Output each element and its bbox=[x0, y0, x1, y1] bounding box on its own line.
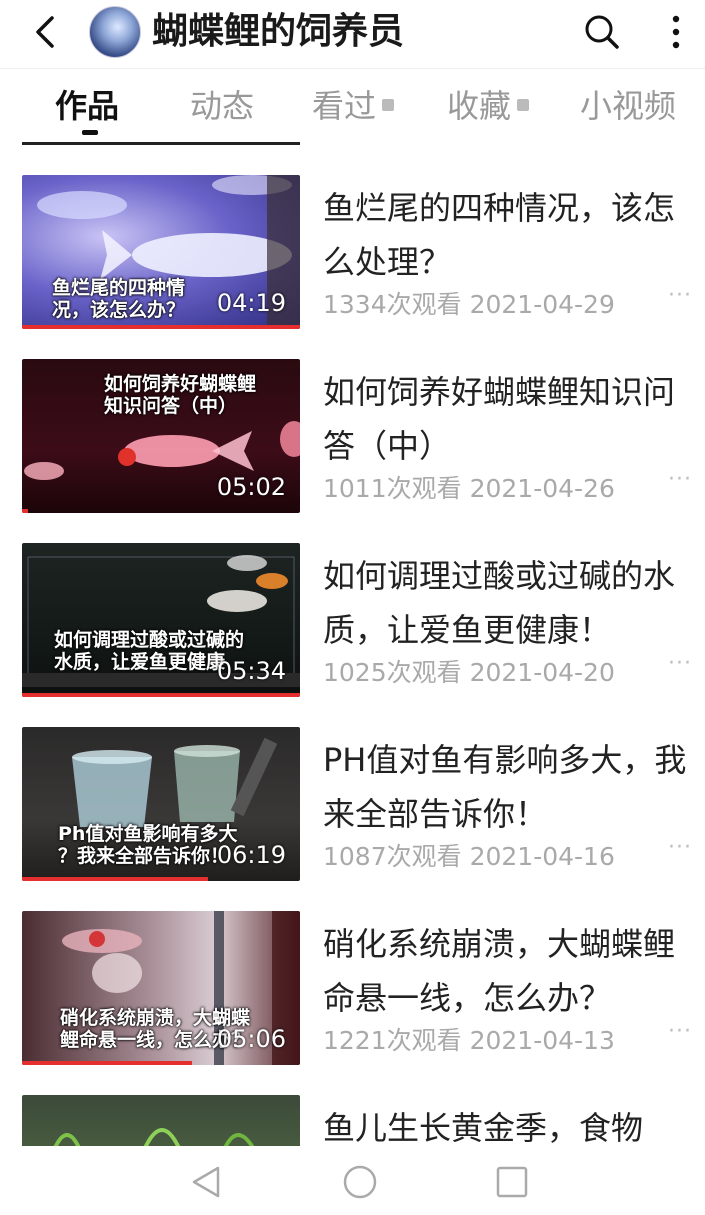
video-duration: 05:02 bbox=[216, 473, 286, 501]
video-meta: 1025次观看 2021-04-20 bbox=[323, 653, 615, 689]
search-icon[interactable] bbox=[582, 12, 622, 52]
lock-icon bbox=[382, 99, 395, 111]
back-arrow-icon[interactable] bbox=[28, 14, 64, 50]
video-duration: 05:34 bbox=[216, 657, 286, 685]
video-title[interactable]: 硝化系统崩溃，大蝴蝶鲤命悬一线，怎么办？ bbox=[323, 917, 688, 1025]
plant-image bbox=[53, 1128, 255, 1146]
tab-watched[interactable]: 看过 bbox=[312, 84, 395, 128]
tab-favorites[interactable]: 收藏 bbox=[447, 84, 530, 128]
video-thumbnail[interactable] bbox=[22, 1095, 300, 1146]
video-meta: 1011次观看 2021-04-26 bbox=[323, 469, 615, 505]
nav-home-icon[interactable] bbox=[342, 1164, 378, 1200]
tab-activity[interactable]: 动态 bbox=[190, 84, 254, 128]
more-options-icon[interactable]: ··· bbox=[668, 1019, 692, 1044]
video-title[interactable]: 鱼儿生长黄金季，食物 bbox=[323, 1101, 688, 1146]
video-thumbnail[interactable]: 硝化系统崩溃，大蝴蝶 鲤命悬一线，怎么办？ 05:06 bbox=[22, 911, 300, 1065]
video-list-item[interactable]: Ph值对鱼影响有多大 ？我来全部告诉你！ 06:19 PH值对鱼有影响多大，我来… bbox=[0, 727, 705, 883]
page-title: 蝴蝶鲤的饲养员 bbox=[152, 11, 405, 52]
video-thumbnail[interactable]: 如何调理过酸或过碱的 水质，让爱鱼更健康 05:34 bbox=[22, 543, 300, 697]
video-thumbnail[interactable]: Ph值对鱼影响有多大 ？我来全部告诉你！ 06:19 bbox=[22, 727, 300, 881]
avatar[interactable] bbox=[89, 6, 141, 58]
nav-back-icon[interactable] bbox=[188, 1164, 224, 1200]
video-title[interactable]: PH值对鱼有影响多大，我来全部告诉你！ bbox=[323, 733, 688, 841]
more-options-icon[interactable]: ··· bbox=[668, 651, 692, 676]
video-title[interactable]: 如何调理过酸或过碱的水质，让爱鱼更健康！ bbox=[323, 549, 688, 657]
publish-date: 2021-04-26 bbox=[469, 474, 615, 503]
watch-progress-bar bbox=[22, 325, 300, 329]
profile-tabs: 作品 动态 看过 收藏 小视频 bbox=[0, 70, 705, 142]
profile-header: 蝴蝶鲤的饲养员 bbox=[0, 0, 705, 68]
active-tab-indicator bbox=[82, 130, 98, 135]
video-thumbnail[interactable]: 如何饲养好蝴蝶鲤 知识问答（中） 05:02 bbox=[22, 359, 300, 513]
tab-works[interactable]: 作品 bbox=[55, 84, 119, 128]
video-meta: 1221次观看 2021-04-13 bbox=[323, 1021, 615, 1057]
video-list-item[interactable]: 硝化系统崩溃，大蝴蝶 鲤命悬一线，怎么办？ 05:06 硝化系统崩溃，大蝴蝶鲤命… bbox=[0, 911, 705, 1067]
video-duration: 04:19 bbox=[216, 289, 286, 317]
watch-progress-bar bbox=[22, 1061, 192, 1065]
view-count: 1334次观看 bbox=[323, 290, 462, 319]
video-list-item[interactable]: 鱼儿生长黄金季，食物 bbox=[0, 1095, 705, 1146]
video-title[interactable]: 如何饲养好蝴蝶鲤知识问答（中） bbox=[323, 365, 688, 473]
view-count: 1025次观看 bbox=[323, 658, 462, 687]
system-navigation-bar bbox=[0, 1146, 705, 1215]
video-meta: 1087次观看 2021-04-16 bbox=[323, 837, 615, 873]
publish-date: 2021-04-20 bbox=[469, 658, 615, 687]
video-list-item[interactable]: 鱼烂尾的四种情 况，该怎么办？ 04:19 鱼烂尾的四种情况，该怎么处理？ 13… bbox=[0, 175, 705, 331]
watch-progress-bar bbox=[22, 509, 28, 513]
watch-progress-bar bbox=[22, 693, 300, 697]
publish-date: 2021-04-16 bbox=[469, 842, 615, 871]
video-title[interactable]: 鱼烂尾的四种情况，该怎么处理？ bbox=[323, 181, 688, 289]
watch-progress-bar bbox=[22, 877, 209, 881]
thumbnail-caption: 如何饲养好蝴蝶鲤 知识问答（中） bbox=[104, 373, 257, 417]
nav-recents-icon[interactable] bbox=[494, 1164, 530, 1200]
more-options-icon[interactable]: ··· bbox=[668, 835, 692, 860]
previous-item-edge bbox=[22, 142, 300, 145]
more-options-icon[interactable]: ··· bbox=[668, 467, 692, 492]
video-list-item[interactable]: 如何饲养好蝴蝶鲤 知识问答（中） 05:02 如何饲养好蝴蝶鲤知识问答（中） 1… bbox=[0, 359, 705, 515]
more-menu-icon[interactable] bbox=[664, 12, 688, 52]
header-divider bbox=[0, 68, 705, 69]
video-list-item[interactable]: 如何调理过酸或过碱的 水质，让爱鱼更健康 05:34 如何调理过酸或过碱的水质，… bbox=[0, 543, 705, 699]
view-count: 1011次观看 bbox=[323, 474, 462, 503]
video-duration: 05:06 bbox=[216, 1025, 286, 1053]
more-options-icon[interactable]: ··· bbox=[668, 283, 692, 308]
video-thumbnail[interactable]: 鱼烂尾的四种情 况，该怎么办？ 04:19 bbox=[22, 175, 300, 329]
video-duration: 06:19 bbox=[216, 841, 286, 869]
view-count: 1087次观看 bbox=[323, 842, 462, 871]
view-count: 1221次观看 bbox=[323, 1026, 462, 1055]
video-meta: 1334次观看 2021-04-29 bbox=[323, 285, 615, 321]
publish-date: 2021-04-29 bbox=[469, 290, 615, 319]
lock-icon bbox=[517, 99, 530, 111]
publish-date: 2021-04-13 bbox=[469, 1026, 615, 1055]
tab-short-videos[interactable]: 小视频 bbox=[580, 84, 676, 128]
